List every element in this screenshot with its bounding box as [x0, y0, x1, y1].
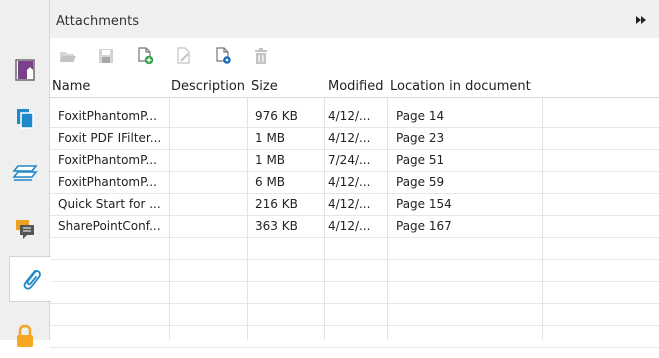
bookmark-icon [15, 59, 35, 81]
column-header-description[interactable]: Description [171, 79, 245, 94]
sidebar-item-security[interactable] [4, 314, 46, 358]
collapse-panel-icon[interactable] [635, 15, 647, 25]
empty-row [50, 325, 659, 348]
empty-row [50, 303, 659, 326]
cell-modified: 4/12/... [328, 197, 371, 211]
sidebar-item-layers[interactable] [4, 150, 46, 194]
cell-size: 363 KB [255, 219, 298, 233]
navigation-sidebar [0, 0, 51, 347]
comments-icon [16, 220, 34, 239]
layers-icon [12, 165, 38, 181]
delete-icon[interactable] [252, 47, 270, 65]
edit-description-icon[interactable] [175, 47, 193, 65]
attachments-toolbar [50, 38, 659, 74]
cell-location: Page 14 [396, 109, 445, 123]
cell-location: Page 154 [396, 197, 452, 211]
settings-icon[interactable] [214, 47, 232, 65]
table-row[interactable]: Quick Start for ... 216 KB 4/12/... Page… [50, 193, 659, 216]
column-header-name[interactable]: Name [52, 79, 90, 94]
panel-header: Attachments [50, 0, 659, 38]
attachment-icon [23, 270, 41, 290]
cell-modified: 7/24/... [328, 153, 371, 167]
sidebar-item-attachments[interactable] [9, 256, 51, 302]
table-row[interactable]: FoxitPhantomP... 1 MB 7/24/... Page 51 [50, 149, 659, 172]
cell-location: Page 51 [396, 153, 445, 167]
sidebar-item-pages[interactable] [4, 96, 46, 140]
cell-modified: 4/12/... [328, 131, 371, 145]
column-header-location[interactable]: Location in document [390, 79, 531, 94]
cell-modified: 4/12/... [328, 219, 371, 233]
empty-row [50, 281, 659, 304]
cell-location: Page 167 [396, 219, 452, 233]
save-icon[interactable] [97, 47, 115, 65]
column-header-size[interactable]: Size [251, 79, 278, 94]
cell-name: Quick Start for ... [58, 197, 161, 211]
cell-size: 1 MB [255, 153, 286, 167]
cell-name: Foxit PDF IFilter... [58, 131, 162, 145]
sidebar-item-bookmarks[interactable] [4, 48, 46, 92]
empty-row [50, 259, 659, 282]
pages-icon [17, 109, 34, 129]
sidebar-item-comments[interactable] [4, 206, 46, 250]
cell-name: FoxitPhantomP... [58, 175, 157, 189]
cell-location: Page 59 [396, 175, 445, 189]
cell-name: SharePointConf... [58, 219, 161, 233]
cell-size: 216 KB [255, 197, 298, 211]
empty-row [50, 237, 659, 260]
cell-size: 976 KB [255, 109, 298, 123]
cell-name: FoxitPhantomP... [58, 153, 157, 167]
security-icon [17, 324, 33, 347]
cell-size: 1 MB [255, 131, 286, 145]
cell-name: FoxitPhantomP... [58, 109, 157, 123]
add-file-icon[interactable] [136, 47, 154, 65]
open-icon[interactable] [59, 47, 77, 65]
table-row[interactable]: Foxit PDF IFilter... 1 MB 4/12/... Page … [50, 127, 659, 150]
table-row[interactable]: SharePointConf... 363 KB 4/12/... Page 1… [50, 215, 659, 238]
table-row[interactable]: FoxitPhantomP... 976 KB 4/12/... Page 14 [50, 105, 659, 128]
column-header-modified[interactable]: Modified [328, 79, 383, 94]
cell-modified: 4/12/... [328, 109, 371, 123]
table-header: Name Description Size Modified Location … [50, 75, 659, 98]
attachments-table: Name Description Size Modified Location … [50, 75, 659, 348]
table-row[interactable]: FoxitPhantomP... 6 MB 4/12/... Page 59 [50, 171, 659, 194]
cell-location: Page 23 [396, 131, 445, 145]
cell-modified: 4/12/... [328, 175, 371, 189]
cell-size: 6 MB [255, 175, 286, 189]
panel-title: Attachments [56, 14, 139, 29]
